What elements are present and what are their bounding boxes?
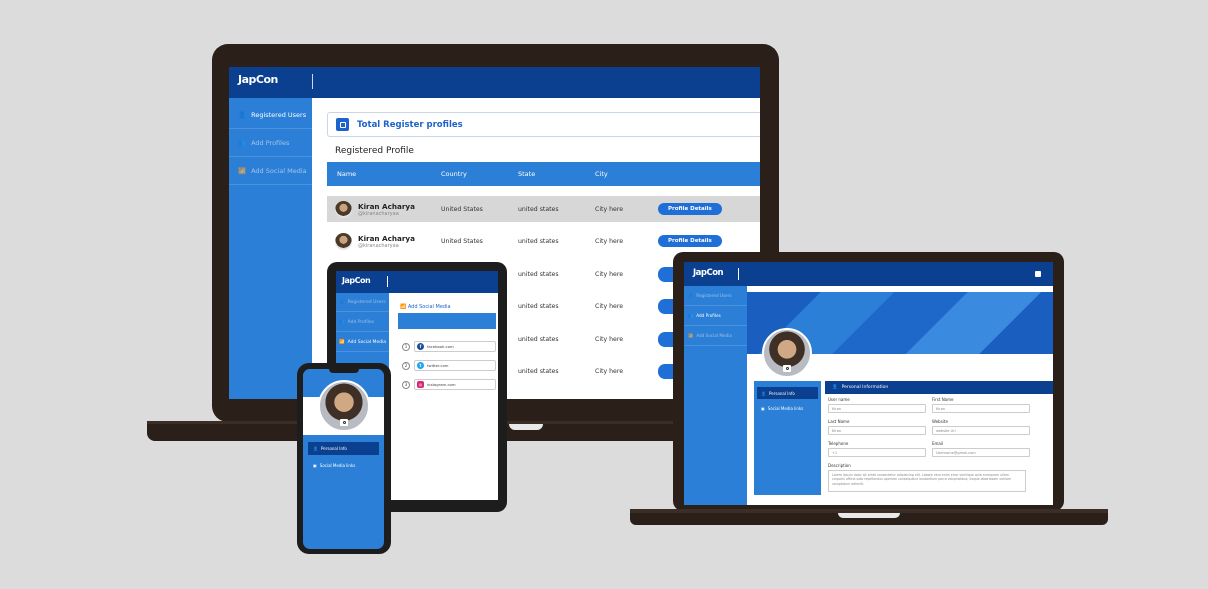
camera-icon[interactable] xyxy=(783,365,791,372)
monitor-notch xyxy=(509,424,543,430)
top-bar: JapCon xyxy=(684,262,1053,286)
sidebar-item-add-profiles[interactable]: 👥 Add Profiles xyxy=(229,130,312,157)
add-users-icon: 👥 xyxy=(688,312,694,318)
website-input[interactable]: website Url xyxy=(932,426,1030,435)
user-icon: 👤 xyxy=(761,390,766,396)
sidebar: 👤 Registered Users 👥 Add Profiles 📶 Add Soc… xyxy=(229,98,312,399)
add-users-icon: 👥 xyxy=(238,139,247,147)
logo[interactable]: JapCon xyxy=(693,268,724,278)
sidebar-item-add-profiles[interactable]: 👥 Add Profiles xyxy=(336,313,389,332)
social-link-input[interactable]: f facebook.com xyxy=(414,341,496,352)
profile-details-button[interactable] xyxy=(658,331,674,347)
sidebar: 👤 Registered Users 👥 Add Profiles 📶 Add Soc… xyxy=(684,286,747,505)
sidebar-item-registered-users[interactable]: 👤 Registered Users xyxy=(684,286,747,306)
add-users-icon: 👥 xyxy=(339,319,345,325)
description-textarea[interactable]: Lorem ipsum dolor sit amet consectetur a… xyxy=(828,470,1026,492)
sidebar-item-add-social-media[interactable]: 📶 Add Social Media xyxy=(684,326,747,346)
id-card-icon xyxy=(336,118,349,131)
nav-item-social-media-links[interactable]: ▣ Social Media links xyxy=(757,402,818,414)
instagram-icon: ◎ xyxy=(417,381,424,388)
twitter-icon: t xyxy=(417,362,424,369)
user-icon: 👤 xyxy=(339,299,345,305)
personal-info-form: 👤 Personal Information User name Kiran Fi… xyxy=(825,381,1053,505)
user-icon: 👤 xyxy=(238,111,247,119)
user-name-input[interactable]: Kiran xyxy=(828,404,926,413)
nav-item-personal-info[interactable]: 👤 Personal Info xyxy=(757,387,818,399)
table-row[interactable]: Kiran Acharya @kiranacharyaa United State… xyxy=(327,196,760,222)
tablet-camera xyxy=(402,265,422,268)
wifi-icon: 📶 xyxy=(400,304,407,310)
page-title: 📶 Add Social Media xyxy=(400,304,451,310)
phone-screen: 👤 Personal Info ▣ Social Media links xyxy=(303,369,384,549)
link-icon: ▣ xyxy=(313,463,317,468)
facebook-icon: f xyxy=(417,343,424,350)
list-item: 1 f facebook.com xyxy=(402,340,496,353)
wifi-icon: 📶 xyxy=(688,332,694,338)
link-icon: ▣ xyxy=(761,405,765,411)
divider xyxy=(312,74,313,89)
form-header: 👤 Personal Information xyxy=(825,381,1053,394)
profile-nav: 👤 Personal Info ▣ Social Media links xyxy=(754,381,821,495)
sidebar-item-add-social-media[interactable]: 📶 Add Social Media xyxy=(229,158,312,185)
user-icon: 👤 xyxy=(832,385,838,390)
email-input[interactable]: Username@gmail.com xyxy=(932,448,1030,457)
divider xyxy=(738,268,739,280)
avatar xyxy=(335,232,352,250)
profile-details-button[interactable] xyxy=(658,363,674,379)
laptop-screen: JapCon 👤 Registered Users 👥 Add Profiles 📶… xyxy=(684,262,1053,505)
divider xyxy=(387,276,388,287)
user-icon: 👤 xyxy=(688,292,694,298)
header-bar xyxy=(398,313,496,329)
logo[interactable]: JapCon xyxy=(342,276,371,285)
table-header: Name Country State City xyxy=(327,162,760,186)
top-bar: JapCon xyxy=(336,271,498,293)
profile-details-button[interactable] xyxy=(658,266,674,282)
sidebar-item-registered-users[interactable]: 👤 Registered Users xyxy=(336,293,389,312)
sidebar-item-add-social-media[interactable]: 📶 Add Social Media xyxy=(336,333,389,352)
social-link-input[interactable]: ◎ instagram.com xyxy=(414,379,496,390)
user-icon: 👤 xyxy=(313,446,318,451)
phone-notch xyxy=(329,367,359,373)
profile-details-button[interactable] xyxy=(658,298,674,314)
user-menu-icon[interactable] xyxy=(1035,271,1041,277)
list-item: 3 ◎ instagram.com xyxy=(402,378,496,391)
profile-details-button[interactable]: Profile Details xyxy=(658,203,722,215)
top-bar: JapCon xyxy=(229,67,760,98)
logo[interactable]: JapCon xyxy=(238,73,278,86)
first-name-input[interactable]: Kiran xyxy=(932,404,1030,413)
social-link-input[interactable]: t twitter.com xyxy=(414,360,496,371)
camera-icon[interactable] xyxy=(340,419,348,426)
list-item: 2 t twitter.com xyxy=(402,359,496,372)
laptop-notch xyxy=(838,513,900,518)
table-row[interactable]: Kiran Acharya @kiranacharyaa United State… xyxy=(327,228,760,254)
profile-details-button[interactable]: Profile Details xyxy=(658,235,722,247)
last-name-input[interactable]: Kiran xyxy=(828,426,926,435)
avatar xyxy=(335,200,352,218)
nav-item-social-media-links[interactable]: ▣ Social Media links xyxy=(308,459,379,472)
total-profiles-card[interactable]: Total Register profiles xyxy=(327,112,760,137)
sidebar-item-registered-users[interactable]: 👤 Registered Users xyxy=(229,102,312,129)
nav-item-personal-info[interactable]: 👤 Personal Info xyxy=(308,442,379,455)
wifi-icon: 📶 xyxy=(238,167,247,175)
wifi-icon: 📶 xyxy=(339,339,345,345)
telephone-input[interactable]: +1 xyxy=(828,448,926,457)
sidebar-item-add-profiles[interactable]: 👥 Add Profiles xyxy=(684,306,747,326)
section-title: Registered Profile xyxy=(335,146,414,156)
